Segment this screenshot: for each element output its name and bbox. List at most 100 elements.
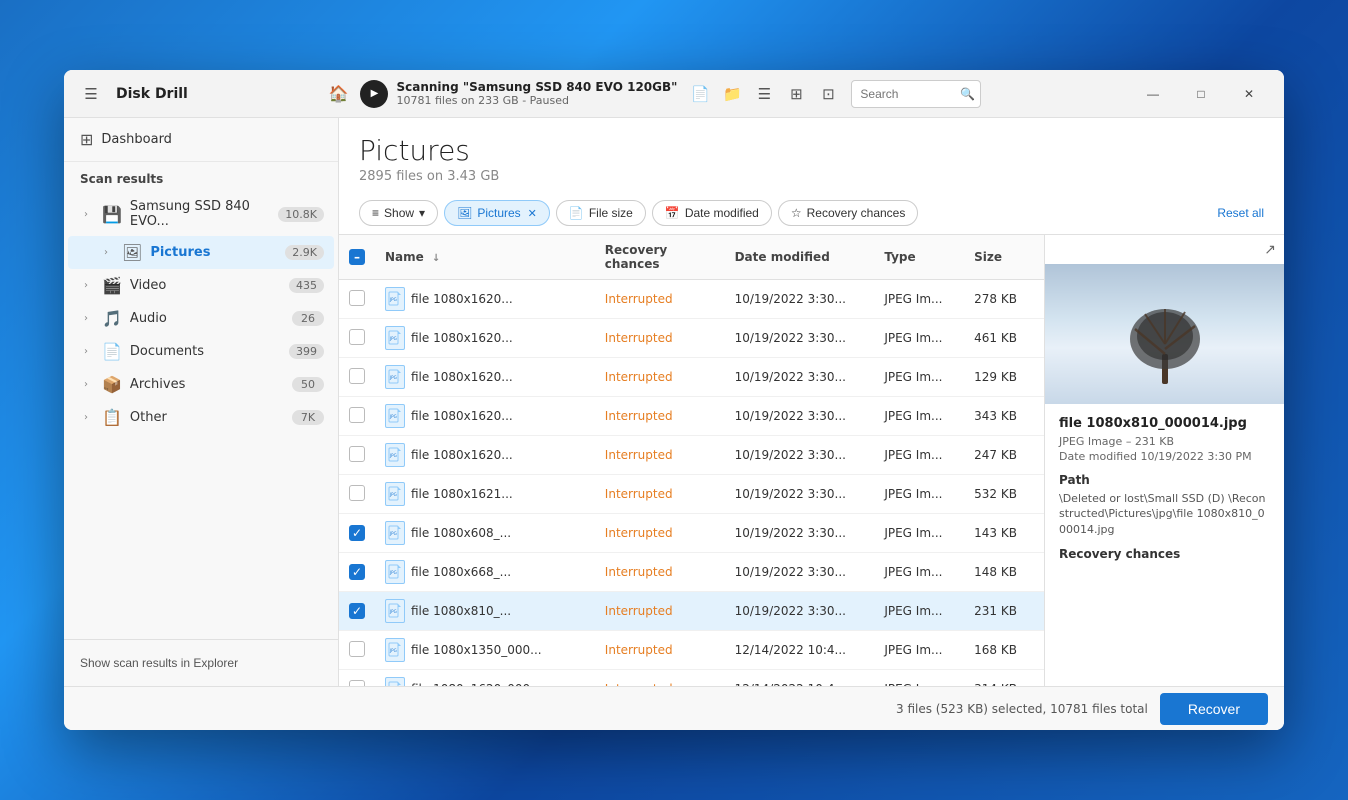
hamburger-menu-button[interactable]: ☰ — [76, 79, 106, 109]
status-badge: Interrupted — [605, 565, 673, 579]
row-checkbox-cell[interactable] — [339, 670, 375, 687]
file-name: file 1080x1620... — [411, 448, 513, 462]
sort-down-icon: ↓ — [432, 253, 440, 264]
pictures-filter-button[interactable]: 🖼 Pictures ✕ — [444, 200, 550, 226]
row-checkbox[interactable] — [349, 407, 365, 423]
pictures-filter-label: Pictures — [477, 206, 520, 220]
external-link-button[interactable]: ↗ — [1264, 241, 1276, 258]
jpeg-file-icon: JPG — [388, 525, 402, 541]
row-checkbox-cell[interactable]: ✓ — [339, 592, 375, 631]
recovery-chances-filter-button[interactable]: ☆ Recovery chances — [778, 200, 918, 226]
row-checkbox[interactable] — [349, 485, 365, 501]
minimize-button[interactable]: — — [1130, 78, 1176, 110]
play-pause-button[interactable]: ▶ — [360, 80, 388, 108]
row-checkbox-cell[interactable] — [339, 358, 375, 397]
row-checkbox-cell[interactable] — [339, 397, 375, 436]
type-column-header[interactable]: Type — [874, 235, 964, 280]
file-name: file 1080x1620... — [411, 292, 513, 306]
row-checkbox[interactable] — [349, 446, 365, 462]
title-bar-left: ☰ Disk Drill — [76, 79, 188, 109]
row-type-cell: JPEG Im... — [874, 553, 964, 592]
row-size-cell: 168 KB — [964, 631, 1044, 670]
row-checkbox-cell[interactable]: ✓ — [339, 553, 375, 592]
date-column-header[interactable]: Date modified — [725, 235, 875, 280]
file-size-filter-button[interactable]: 📄 File size — [556, 200, 646, 226]
sidebar-dashboard-item[interactable]: ⊞ Dashboard — [64, 118, 338, 162]
table-header-row: – Name ↓ Recovery chances — [339, 235, 1044, 280]
row-checkbox-cell[interactable] — [339, 280, 375, 319]
row-checkbox[interactable] — [349, 368, 365, 384]
date-modified-filter-button[interactable]: 📅 Date modified — [652, 200, 772, 226]
row-checkbox-cell[interactable] — [339, 475, 375, 514]
status-badge: Interrupted — [605, 409, 673, 423]
scan-results-label: Scan results — [64, 162, 338, 192]
file-icon-button[interactable]: 📄 — [685, 79, 715, 109]
row-date-cell: 12/14/2022 10:4... — [725, 670, 875, 687]
drive-icon: 💾 — [102, 205, 122, 224]
folder-icon-button[interactable]: 📁 — [717, 79, 747, 109]
detail-date-value: 10/19/2022 3:30 PM — [1140, 450, 1251, 463]
row-checkbox[interactable]: ✓ — [349, 564, 365, 580]
status-badge: Interrupted — [605, 370, 673, 384]
list-view-button[interactable]: ☰ — [749, 79, 779, 109]
sidebar-item-video[interactable]: › 🎬 Video 435 — [68, 269, 334, 302]
select-all-header[interactable]: – — [339, 235, 375, 280]
file-name: file 1080x810_... — [411, 604, 511, 618]
show-filter-button[interactable]: ≡ Show ▾ — [359, 200, 438, 226]
grid-view-button[interactable]: ⊞ — [781, 79, 811, 109]
file-table: – Name ↓ Recovery chances — [339, 235, 1044, 686]
scan-info-area: 🏠 ▶ Scanning "Samsung SSD 840 EVO 120GB"… — [188, 79, 1118, 109]
sidebar-item-audio[interactable]: › 🎵 Audio 26 — [68, 302, 334, 335]
row-checkbox[interactable] — [349, 329, 365, 345]
split-view-button[interactable]: ⊡ — [813, 79, 843, 109]
table-row: JPG file 1080x1620_000... Interrupted 12… — [339, 670, 1044, 687]
name-column-header[interactable]: Name ↓ — [375, 235, 595, 280]
sidebar-item-pictures[interactable]: › 🖼 Pictures 2.9K — [68, 236, 334, 269]
recover-button[interactable]: Recover — [1160, 693, 1268, 725]
sidebar-item-samsung[interactable]: › 💾 Samsung SSD 840 EVO... 10.8K — [68, 192, 334, 236]
sidebar-archives-label: Archives — [130, 377, 292, 392]
sidebar-item-documents[interactable]: › 📄 Documents 399 — [68, 335, 334, 368]
file-icon-cell: JPG file 1080x1621... — [385, 482, 585, 506]
search-input[interactable] — [860, 87, 960, 101]
status-badge: Interrupted — [605, 604, 673, 618]
file-name: file 1080x1621... — [411, 487, 513, 501]
row-checkbox-cell[interactable]: ✓ — [339, 514, 375, 553]
sidebar-item-other[interactable]: › 📋 Other 7K — [68, 401, 334, 434]
jpeg-file-icon: JPG — [388, 447, 402, 463]
close-button[interactable]: ✕ — [1226, 78, 1272, 110]
row-checkbox-cell[interactable] — [339, 319, 375, 358]
row-size-cell: 143 KB — [964, 514, 1044, 553]
row-status-cell: Interrupted — [595, 475, 725, 514]
sidebar-item-archives[interactable]: › 📦 Archives 50 — [68, 368, 334, 401]
row-checkbox[interactable]: ✓ — [349, 525, 365, 541]
recovery-chances-label: Recovery chances — [807, 206, 906, 220]
sidebar-video-badge: 435 — [289, 278, 324, 293]
scan-title: Scanning "Samsung SSD 840 EVO 120GB" — [396, 80, 677, 94]
home-button[interactable]: 🏠 — [324, 80, 352, 108]
select-all-checkbox[interactable]: – — [349, 249, 365, 265]
row-type-cell: JPEG Im... — [874, 592, 964, 631]
row-checkbox-cell[interactable] — [339, 631, 375, 670]
other-icon: 📋 — [102, 408, 122, 427]
reset-all-button[interactable]: Reset all — [1217, 206, 1264, 220]
sidebar-audio-label: Audio — [130, 311, 292, 326]
maximize-button[interactable]: □ — [1178, 78, 1224, 110]
show-scan-explorer-button[interactable]: Show scan results in Explorer — [80, 650, 238, 676]
row-checkbox[interactable] — [349, 641, 365, 657]
table-row: JPG file 1080x1620... Interrupted 10/19/… — [339, 280, 1044, 319]
detail-path-label: Path — [1059, 473, 1270, 487]
row-type-cell: JPEG Im... — [874, 514, 964, 553]
row-name-cell: JPG file 1080x1620... — [375, 397, 595, 436]
sidebar-other-badge: 7K — [292, 410, 324, 425]
sidebar-documents-label: Documents — [130, 344, 289, 359]
video-icon: 🎬 — [102, 276, 122, 295]
pictures-filter-close-icon[interactable]: ✕ — [528, 207, 537, 220]
recovery-column-header[interactable]: Recovery chances — [595, 235, 725, 280]
row-checkbox[interactable]: ✓ — [349, 603, 365, 619]
row-checkbox[interactable] — [349, 290, 365, 306]
row-checkbox-cell[interactable] — [339, 436, 375, 475]
size-column-header[interactable]: Size — [964, 235, 1044, 280]
row-name-cell: JPG file 1080x1620... — [375, 358, 595, 397]
detail-size: 231 KB — [1135, 435, 1174, 448]
